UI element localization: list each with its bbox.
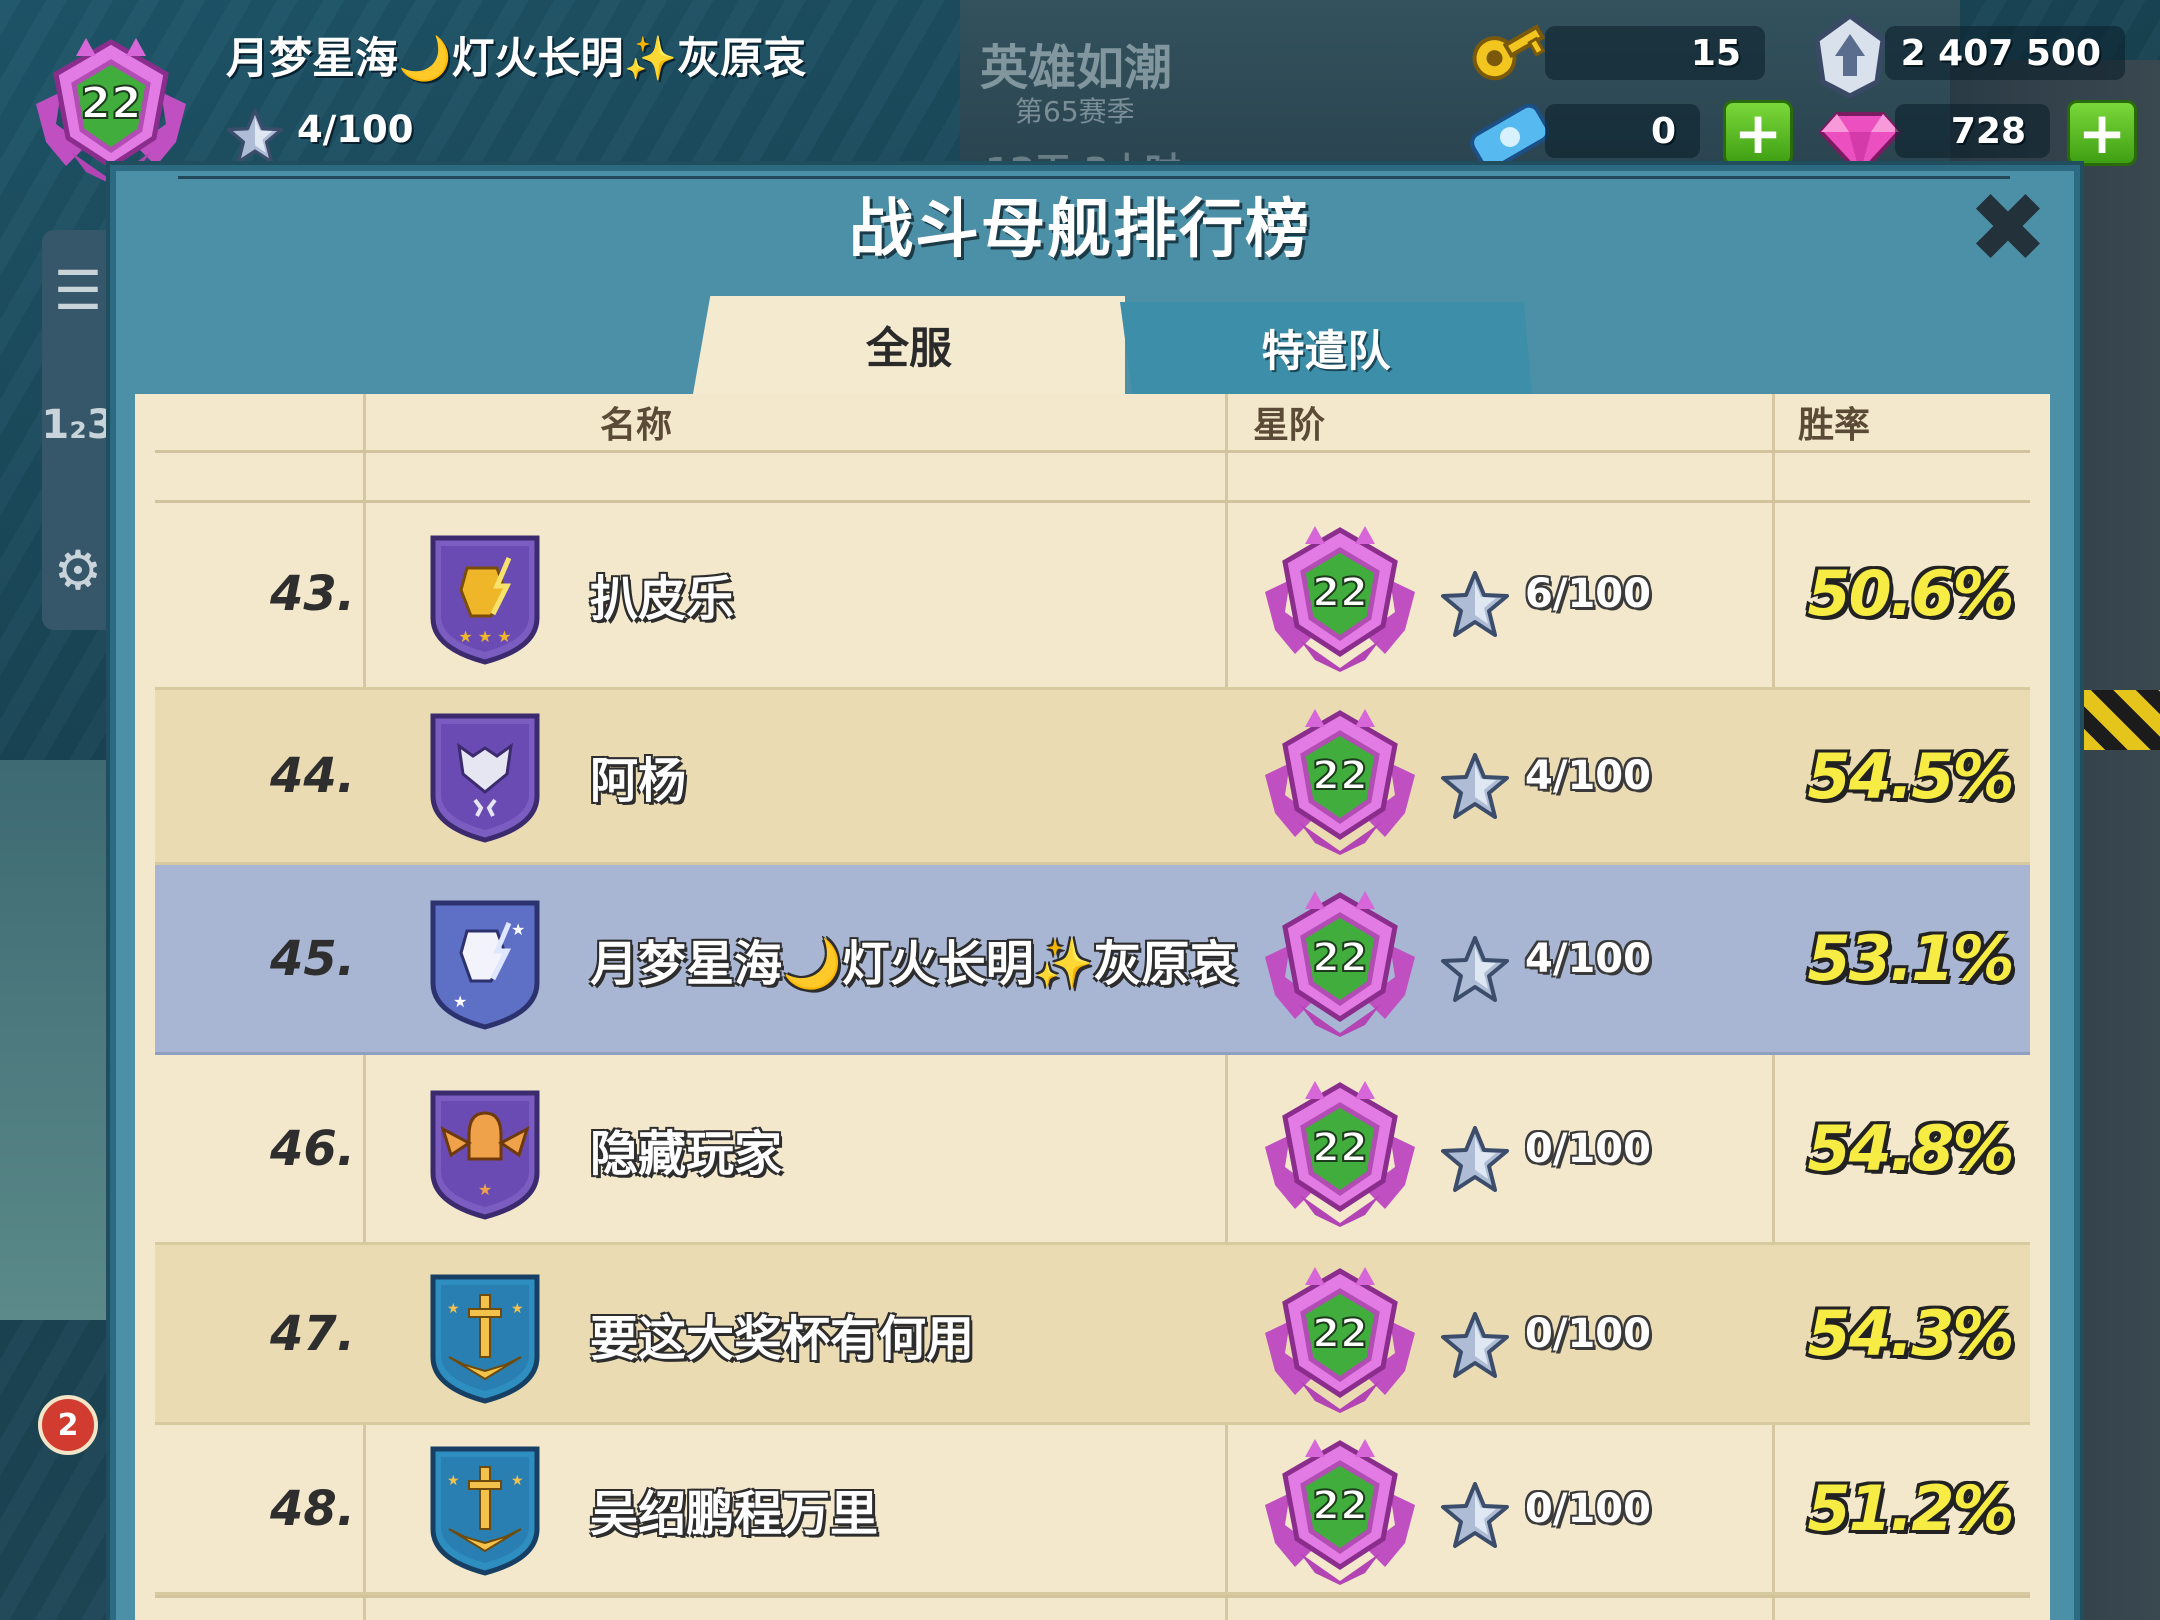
- sword-wings-shield-icon: ★ ★: [425, 1269, 545, 1404]
- svg-text:★: ★: [511, 1473, 524, 1489]
- close-icon[interactable]: ✖: [1968, 180, 2048, 276]
- star-icon: [1440, 752, 1510, 822]
- star-icon: [1440, 1125, 1510, 1195]
- star-icon: [1440, 935, 1510, 1005]
- tier-progress: 6/100: [1525, 570, 1651, 617]
- win-rate: 51.2%: [1807, 1472, 2014, 1545]
- svg-text:★: ★: [511, 1301, 524, 1317]
- tier-level: 22: [1312, 1483, 1368, 1529]
- player-rank-badge[interactable]: 22: [16, 34, 206, 184]
- tier-progress: 0/100: [1525, 1485, 1651, 1532]
- rank-number: 45.: [269, 930, 355, 987]
- table-row[interactable]: 48. ★ ★ 吴绍鹏程万里 22 0/100 51.2%: [155, 1425, 2030, 1595]
- star-icon: [1440, 1481, 1510, 1551]
- player-name: 月梦星海🌙灯火长明✨灰原哀: [590, 935, 1238, 992]
- power-stone-icon: [1814, 12, 1886, 99]
- table-row[interactable]: 44. 阿杨 22 4/100 54.5%: [155, 690, 2030, 865]
- wolf-shield-icon: [425, 708, 545, 843]
- tier-badge: 22: [1255, 1435, 1425, 1585]
- player-name: 阿杨: [590, 753, 687, 809]
- table-row-partial: [155, 456, 2030, 503]
- winged-helmet-shield-icon: ★: [425, 1085, 545, 1220]
- stone-counter: 2 407 500: [1885, 26, 2125, 80]
- win-rate: 54.5%: [1807, 739, 2014, 813]
- tier-progress: 0/100: [1525, 1310, 1651, 1357]
- leaderboard-table[interactable]: 名称 星阶 胜率 43. ★ ★ ★ 扒皮乐 22 6/100 50.6% 44…: [135, 394, 2050, 1620]
- rank-number: 46.: [269, 1120, 355, 1177]
- svg-text:★: ★: [447, 1301, 460, 1317]
- tab-squad[interactable]: 特遣队: [1120, 302, 1532, 394]
- table-row[interactable]: 46. ★ 隐藏玩家 22 0/100 54.8%: [155, 1055, 2030, 1245]
- notification-badge: 2: [38, 1395, 98, 1455]
- win-rate: 53.1%: [1807, 922, 2014, 995]
- table-row[interactable]: 43. ★ ★ ★ 扒皮乐 22 6/100 50.6%: [155, 500, 2030, 690]
- event-season: 第65赛季: [1015, 95, 1135, 128]
- fist-stars-shield-icon: ★ ★: [430, 900, 540, 1030]
- event-title: 英雄如潮: [980, 40, 1173, 96]
- tier-level: 22: [1312, 1125, 1368, 1171]
- panel-title: 战斗母舰排行榜: [849, 193, 1311, 267]
- settings-gear-icon[interactable]: ⚙: [38, 530, 118, 610]
- rank-number: 48.: [269, 1480, 355, 1537]
- keys-counter: 15: [1545, 26, 1765, 80]
- tier-progress: 4/100: [1525, 935, 1651, 982]
- star-icon: [1440, 1311, 1510, 1381]
- star-icon: [1440, 570, 1510, 640]
- win-rate: 50.6%: [1807, 557, 2014, 630]
- add-gems-button[interactable]: +: [2067, 100, 2137, 166]
- tier-badge: 22: [1255, 887, 1425, 1037]
- rank-number: 43.: [269, 565, 355, 622]
- key-icon: [1472, 24, 1546, 81]
- svg-text:★: ★: [478, 1180, 492, 1199]
- rank-number: 47.: [269, 1305, 355, 1362]
- tier-level: 22: [1312, 753, 1368, 799]
- player-progress: 4/100: [297, 108, 414, 151]
- win-rate: 54.3%: [1807, 1297, 2014, 1370]
- svg-text:★: ★: [453, 992, 467, 1011]
- tab-global[interactable]: 全服: [693, 296, 1125, 394]
- player-name: 吴绍鹏程万里: [590, 1485, 879, 1542]
- add-tickets-button[interactable]: +: [1723, 100, 1793, 166]
- svg-text:★: ★: [511, 920, 525, 939]
- leaderboard-icon[interactable]: 1₂3: [38, 385, 118, 465]
- rank-number: 44.: [269, 748, 355, 804]
- column-header-name: 名称: [600, 405, 673, 446]
- tickets-counter: 0: [1545, 104, 1700, 158]
- tier-level: 22: [1312, 935, 1368, 981]
- column-header-tier: 星阶: [1253, 405, 1326, 446]
- table-header: 名称 星阶 胜率: [135, 394, 2050, 454]
- table-row-current-player[interactable]: 45. ★ ★ 月梦星海🌙灯火长明✨灰原哀 22 4/100 53.1%: [155, 865, 2030, 1055]
- player-name: 扒皮乐: [590, 570, 735, 627]
- player-name: 月梦星海🌙灯火长明✨灰原哀: [226, 34, 807, 84]
- tier-level: 22: [1312, 1311, 1368, 1357]
- gems-counter: 728: [1895, 104, 2050, 158]
- header-divider: [155, 450, 2030, 453]
- player-level: 22: [80, 78, 141, 129]
- table-row[interactable]: 47. ★ ★ 要这大奖杯有何用 22 0/100 54.3%: [155, 1245, 2030, 1425]
- tier-level: 22: [1312, 570, 1368, 616]
- svg-text:★: ★: [447, 1473, 460, 1489]
- svg-text:★ ★ ★: ★ ★ ★: [458, 627, 511, 646]
- tier-progress: 4/100: [1525, 753, 1651, 799]
- tier-badge: 22: [1255, 1263, 1425, 1413]
- tier-badge: 22: [1255, 522, 1425, 672]
- player-name: 隐藏玩家: [590, 1125, 783, 1182]
- sword-wings-shield-icon: ★ ★: [425, 1441, 545, 1576]
- star-icon: [226, 108, 284, 166]
- win-rate: 54.8%: [1807, 1112, 2014, 1185]
- fist-lightning-shield-icon: ★ ★ ★: [425, 530, 545, 665]
- column-header-winrate: 胜率: [1798, 405, 1871, 446]
- table-row-partial: [155, 1595, 2030, 1620]
- player-name: 要这大奖杯有何用: [590, 1310, 975, 1367]
- tier-badge: 22: [1255, 705, 1425, 855]
- tier-progress: 0/100: [1525, 1125, 1651, 1172]
- tier-badge: 22: [1255, 1077, 1425, 1227]
